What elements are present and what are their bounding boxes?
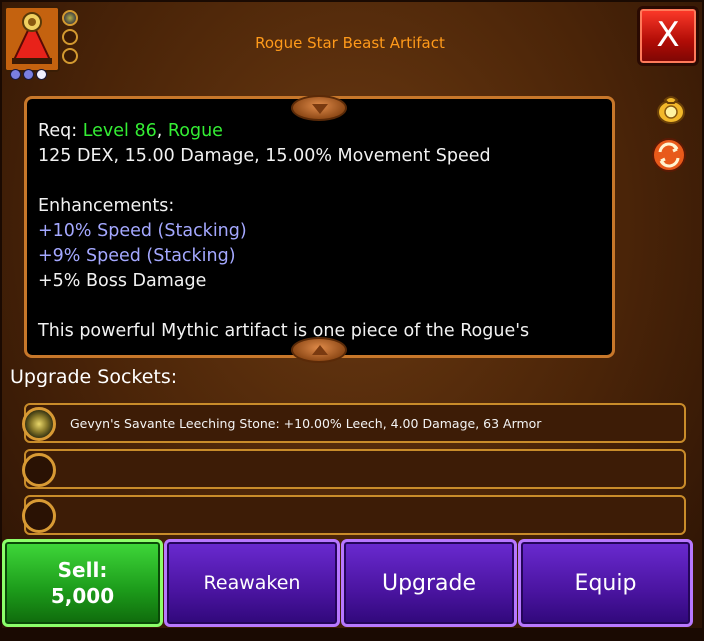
mini-socket-empty xyxy=(62,29,78,45)
required-level: Level 86 xyxy=(82,121,157,141)
stats-line: 125 DEX, 15.00 Damage, 15.00% Movement S… xyxy=(38,146,491,166)
enhancement-line: +10% Speed (Stacking) xyxy=(38,221,247,241)
leeching-stone-gem-icon xyxy=(22,407,56,441)
mini-socket-empty xyxy=(62,48,78,64)
enhancement-line: +9% Speed (Stacking) xyxy=(38,246,236,266)
upgrade-sockets-heading: Upgrade Sockets: xyxy=(10,366,178,388)
item-socket-indicators xyxy=(62,10,84,76)
upgrade-button[interactable]: Upgrade xyxy=(341,539,517,627)
rarity-indicator xyxy=(10,69,47,80)
equip-button[interactable]: Equip xyxy=(518,539,693,627)
enhancement-line: +5% Boss Damage xyxy=(38,271,207,291)
req-separator: , xyxy=(156,121,168,141)
sell-label: Sell: xyxy=(57,558,108,582)
rarity-dot xyxy=(23,69,34,80)
socket-gem-label: Gevyn's Savante Leeching Stone: +10.00% … xyxy=(70,416,542,431)
description-text: Req: Level 86, Rogue 125 DEX, 15.00 Dama… xyxy=(38,119,608,344)
requirement-line: Req: Level 86, Rogue xyxy=(38,119,608,144)
dialog-header: Rogue Star Beast Artifact xyxy=(90,22,610,66)
rarity-dot xyxy=(10,69,21,80)
rarity-dot xyxy=(36,69,47,80)
item-title: Rogue Star Beast Artifact xyxy=(255,34,445,52)
bottom-border xyxy=(0,628,704,641)
item-icon-group xyxy=(4,6,84,80)
empty-socket-icon xyxy=(22,453,56,487)
required-class: Rogue xyxy=(167,121,223,141)
sell-price: 5,000 xyxy=(50,584,115,608)
money-bag-icon[interactable] xyxy=(654,90,688,124)
socket-row[interactable]: Gevyn's Savante Leeching Stone: +10.00% … xyxy=(22,403,686,443)
reawaken-button[interactable]: Reawaken xyxy=(164,539,340,627)
req-label: Req: xyxy=(38,121,83,141)
scroll-up-tab[interactable] xyxy=(291,337,347,363)
chevron-down-icon xyxy=(312,104,328,114)
swap-icon[interactable] xyxy=(651,137,686,172)
mini-socket-filled xyxy=(62,10,78,26)
enhancements-heading: Enhancements: xyxy=(38,196,175,216)
chevron-up-icon xyxy=(312,345,328,355)
sell-button[interactable]: Sell: 5,000 xyxy=(2,539,163,627)
artifact-icon xyxy=(4,6,60,72)
socket-row[interactable] xyxy=(22,495,686,535)
scroll-down-tab[interactable] xyxy=(291,95,347,121)
empty-socket-icon xyxy=(22,499,56,533)
close-button[interactable]: X xyxy=(637,6,699,66)
socket-row[interactable] xyxy=(22,449,686,489)
item-description-panel[interactable]: Req: Level 86, Rogue 125 DEX, 15.00 Dama… xyxy=(24,96,615,358)
